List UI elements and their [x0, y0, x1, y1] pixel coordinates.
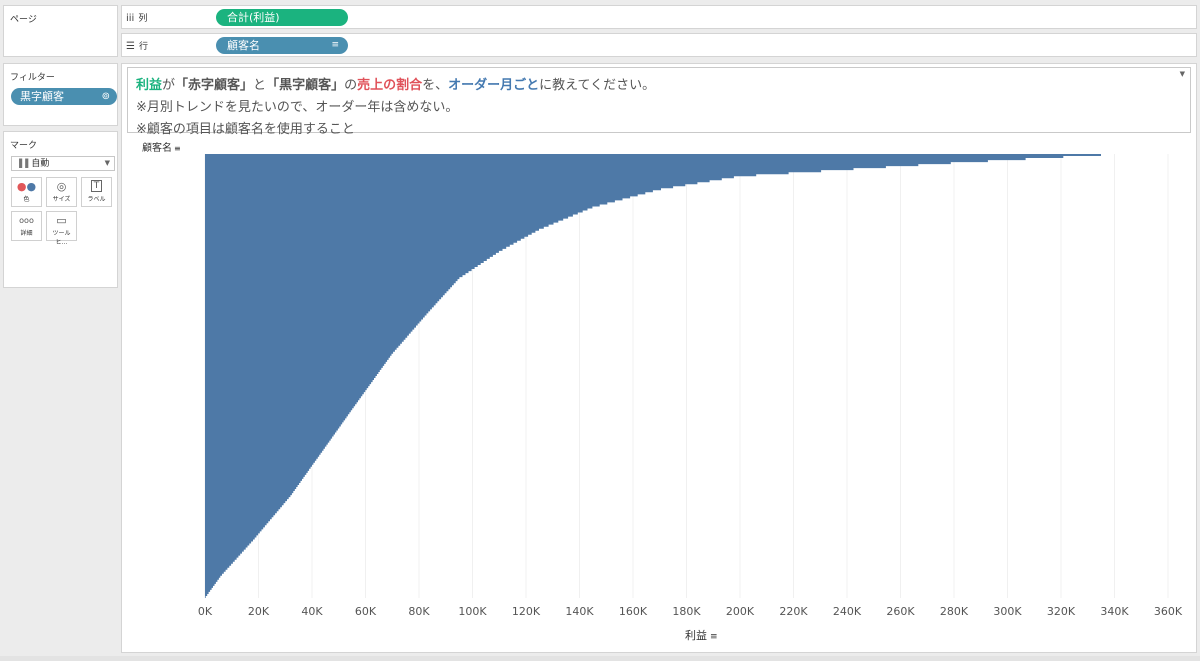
x-tick-label: 200K: [726, 605, 755, 618]
columns-pill-label: 合計(利益): [227, 11, 280, 24]
bar-series-profit: [205, 154, 1101, 598]
size-label: サイズ: [52, 196, 71, 203]
bar-chart-icon: ▐▐: [16, 159, 29, 168]
size-button[interactable]: ◎ サイズ: [46, 177, 77, 207]
columns-shelf-label: iii 列: [126, 13, 148, 24]
tooltip-icon: ▭: [56, 214, 67, 227]
tooltip-label: ツールヒ…: [52, 230, 71, 246]
x-tick-label: 60K: [355, 605, 377, 618]
marks-title: マーク: [10, 141, 38, 151]
x-tick-label: 300K: [993, 605, 1022, 618]
detail-label: 詳細: [20, 230, 33, 237]
x-axis-title[interactable]: 利益 ≡: [685, 627, 718, 643]
filters-title: フィルター: [10, 73, 55, 83]
x-tick-label: 340K: [1100, 605, 1129, 618]
color-button[interactable]: ●● 色: [11, 177, 42, 207]
color-label: 色: [23, 196, 30, 203]
filter-pill-label: 黒字顧客: [20, 90, 64, 103]
rows-shelf[interactable]: ☰ 行 顧客名 ≡: [121, 33, 1197, 57]
rows-icon: ☰: [126, 41, 135, 52]
x-tick-label: 140K: [565, 605, 594, 618]
sheet-tabs-strip: [0, 656, 1200, 661]
rows-shelf-label: ☰ 行: [126, 41, 148, 52]
filters-panel: フィルター 黒字顧客 ⊚: [3, 63, 118, 126]
x-tick-label: 40K: [301, 605, 323, 618]
label-label: ラベル: [87, 196, 106, 203]
x-tick-label: 100K: [458, 605, 487, 618]
label-button[interactable]: T ラベル: [81, 177, 112, 207]
x-tick-label: 120K: [512, 605, 541, 618]
x-tick-label: 180K: [672, 605, 701, 618]
x-tick-label: 260K: [886, 605, 915, 618]
x-tick-label: 160K: [619, 605, 648, 618]
columns-shelf[interactable]: iii 列 合計(利益): [121, 5, 1197, 29]
x-tick-label: 360K: [1154, 605, 1183, 618]
chevron-down-icon: ▼: [104, 159, 110, 167]
bar-chart: 0K 20K 40K 60K 80K 100K 120K 140K 160K 180K 200K 22…: [198, 154, 1183, 618]
x-tick-label: 220K: [779, 605, 808, 618]
x-tick-label: 80K: [408, 605, 430, 618]
x-tick-label: 280K: [940, 605, 969, 618]
marks-panel: マーク ▐▐ 自動 ▼ ●● 色 ◎ サイズ T ラベル ооо 詳細 ▭ ツール…: [3, 131, 118, 288]
rows-pill-label: 顧客名: [227, 39, 260, 52]
detail-button[interactable]: ооо 詳細: [11, 211, 42, 241]
x-tick-label: 0K: [198, 605, 213, 618]
mark-type-select[interactable]: ▐▐ 自動 ▼: [11, 156, 115, 171]
rows-pill-customer-name[interactable]: 顧客名 ≡: [216, 37, 348, 54]
x-tick-label: 240K: [833, 605, 862, 618]
worksheet-view: 利益が「赤字顧客」と「黒字顧客」の売上の割合を、オーダー月ごとに教えてください。…: [121, 63, 1197, 653]
detail-icon: ооо: [19, 216, 34, 225]
set-icon: ⊚: [101, 91, 110, 102]
sort-icon: ≡: [710, 632, 718, 642]
x-tick-label: 20K: [248, 605, 270, 618]
columns-pill-sum-profit[interactable]: 合計(利益): [216, 9, 348, 26]
x-axis-ticks: 0K 20K 40K 60K 80K 100K 120K 140K 160K 180K 200K 22…: [198, 605, 1183, 618]
sort-icon: ≡: [331, 40, 339, 50]
label-icon: T: [82, 178, 111, 195]
filter-pill-profitable-customers[interactable]: 黒字顧客 ⊚: [11, 88, 117, 105]
x-axis-title-label: 利益: [685, 629, 707, 642]
size-icon: ◎: [56, 180, 67, 193]
pages-panel: ページ: [3, 5, 118, 57]
pages-title: ページ: [10, 15, 37, 25]
dots-icon: ●●: [16, 180, 37, 193]
mark-type-value: 自動: [31, 159, 50, 169]
columns-icon: iii: [126, 13, 135, 24]
x-tick-label: 320K: [1047, 605, 1076, 618]
tooltip-button[interactable]: ▭ ツールヒ…: [46, 211, 77, 246]
